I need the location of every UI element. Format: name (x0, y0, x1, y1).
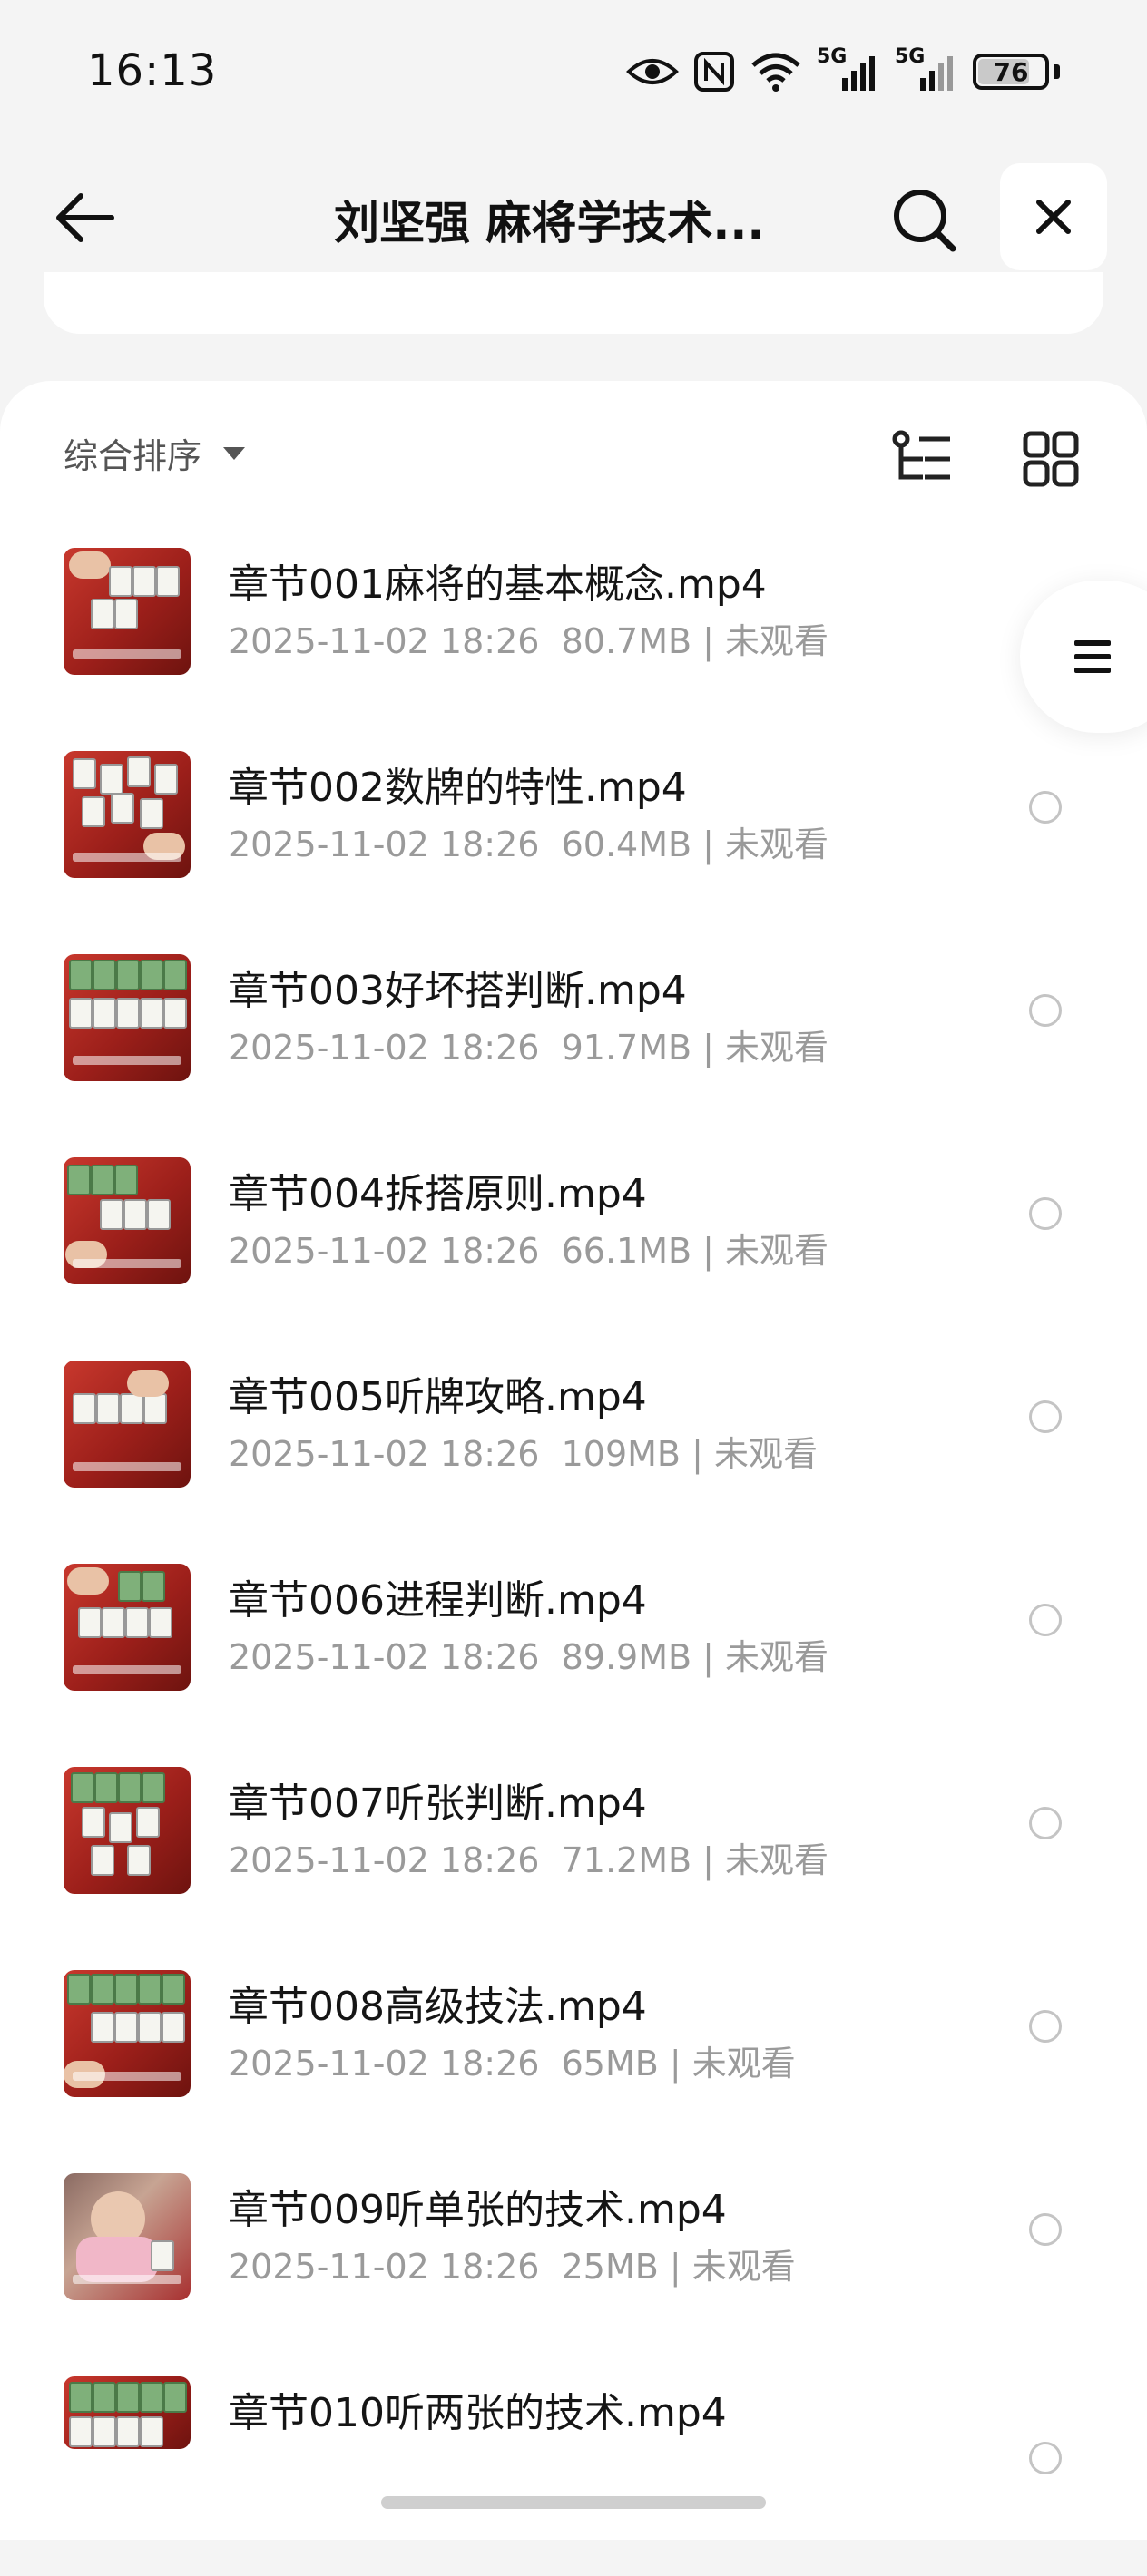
eye-icon (626, 55, 679, 88)
status-icons: 5G 5G 76 (626, 40, 1060, 103)
search-button[interactable] (886, 181, 964, 259)
select-radio[interactable] (1029, 2442, 1062, 2474)
select-radio[interactable] (1029, 1807, 1062, 1839)
list-item[interactable]: 章节007听张判断.mp4 2025-11-02 18:26 71.2MB | … (0, 1763, 1147, 1966)
list-item[interactable]: 章节009听单张的技术.mp4 2025-11-02 18:26 25MB | … (0, 2170, 1147, 2373)
signal-label: 5G (817, 45, 848, 68)
home-indicator (381, 2496, 766, 2509)
video-thumbnail (64, 2173, 191, 2300)
file-name: 章节004拆搭原则.mp4 (229, 1171, 647, 1217)
select-radio[interactable] (1029, 791, 1062, 824)
video-thumbnail (64, 954, 191, 1081)
grid-view-icon (1023, 431, 1079, 487)
list-item[interactable]: 章节002数牌的特性.mp4 2025-11-02 18:26 60.4MB |… (0, 747, 1147, 951)
menu-icon (1074, 640, 1111, 673)
file-meta: 2025-11-02 18:26 91.7MB | 未观看 (229, 1028, 829, 1068)
file-meta: 2025-11-02 18:26 66.1MB | 未观看 (229, 1231, 829, 1271)
back-button[interactable] (49, 181, 122, 254)
file-meta: 2025-11-02 18:26 71.2MB | 未观看 (229, 1840, 829, 1880)
list-item[interactable]: 章节003好坏搭判断.mp4 2025-11-02 18:26 91.7MB |… (0, 951, 1147, 1154)
caret-down-icon (223, 446, 246, 460)
status-time: 16:13 (87, 45, 218, 96)
collapsed-info-card (44, 272, 1103, 334)
tree-view-icon (892, 430, 950, 480)
select-radio[interactable] (1029, 1400, 1062, 1433)
file-meta: 2025-11-02 18:26 109MB | 未观看 (229, 1434, 818, 1474)
file-list-panel: 综合排序 章节001麻将的基本概念.mp4 2025-11-02 18:26 8… (0, 381, 1147, 2540)
file-meta: 2025-11-02 18:26 89.9MB | 未观看 (229, 1637, 829, 1677)
battery-tip (1054, 64, 1060, 79)
file-name: 章节008高级技法.mp4 (229, 1984, 647, 2030)
video-thumbnail (64, 1157, 191, 1284)
file-name: 章节009听单张的技术.mp4 (229, 2187, 727, 2233)
grid-view-button[interactable] (1016, 424, 1085, 493)
list-item[interactable]: 章节008高级技法.mp4 2025-11-02 18:26 65MB | 未观… (0, 1966, 1147, 2170)
video-thumbnail (64, 751, 191, 878)
list-item[interactable]: 章节004拆搭原则.mp4 2025-11-02 18:26 66.1MB | … (0, 1154, 1147, 1357)
file-name: 章节001麻将的基本概念.mp4 (229, 561, 767, 608)
list-item[interactable]: 章节006进程判断.mp4 2025-11-02 18:26 89.9MB | … (0, 1560, 1147, 1763)
battery-indicator: 76 (973, 54, 1049, 90)
status-bar: 16:13 5G 5G 76 (0, 0, 1147, 145)
page-title: 刘坚强 麻将学技术... (334, 197, 765, 249)
list-item[interactable]: 章节005听牌攻略.mp4 2025-11-02 18:26 109MB | 未… (0, 1357, 1147, 1560)
nfc-icon (693, 51, 735, 93)
signal-5g-icon: 5G (895, 45, 958, 93)
select-radio[interactable] (1029, 994, 1062, 1027)
select-radio[interactable] (1029, 2213, 1062, 2246)
arrow-left-icon (56, 193, 114, 242)
sort-label: 综合排序 (64, 436, 202, 476)
file-meta: 2025-11-02 18:26 65MB | 未观看 (229, 2044, 796, 2083)
sort-dropdown[interactable]: 综合排序 (64, 428, 246, 478)
file-meta: 2025-11-02 18:26 80.7MB | 未观看 (229, 621, 829, 661)
signal-label: 5G (895, 45, 926, 68)
select-radio[interactable] (1029, 1604, 1062, 1636)
video-thumbnail (64, 1564, 191, 1691)
video-thumbnail (64, 1767, 191, 1894)
close-button[interactable] (1000, 163, 1107, 270)
video-thumbnail (64, 1361, 191, 1488)
video-thumbnail (64, 1970, 191, 2097)
search-icon (894, 190, 956, 252)
file-name: 章节002数牌的特性.mp4 (229, 765, 687, 811)
video-thumbnail (64, 548, 191, 675)
list-item[interactable]: 章节001麻将的基本概念.mp4 2025-11-02 18:26 80.7MB… (0, 544, 1147, 747)
close-icon (1036, 200, 1071, 234)
select-radio[interactable] (1029, 1197, 1062, 1230)
video-thumbnail (64, 2376, 191, 2449)
wifi-icon (750, 51, 802, 93)
signal-5g-icon: 5G (817, 45, 880, 93)
file-name: 章节010听两张的技术.mp4 (229, 2390, 727, 2436)
file-meta: 2025-11-02 18:26 60.4MB | 未观看 (229, 825, 829, 864)
file-name: 章节003好坏搭判断.mp4 (229, 968, 687, 1014)
file-name: 章节006进程判断.mp4 (229, 1577, 647, 1624)
file-meta: 2025-11-02 18:26 25MB | 未观看 (229, 2247, 796, 2287)
header: 刘坚强 麻将学技术... (0, 154, 1147, 281)
file-name: 章节005听牌攻略.mp4 (229, 1374, 647, 1420)
tree-view-button[interactable] (889, 424, 958, 493)
file-name: 章节007听张判断.mp4 (229, 1781, 647, 1827)
list-item[interactable]: 章节010听两张的技术.mp4 (0, 2373, 1147, 2576)
select-radio[interactable] (1029, 2010, 1062, 2043)
